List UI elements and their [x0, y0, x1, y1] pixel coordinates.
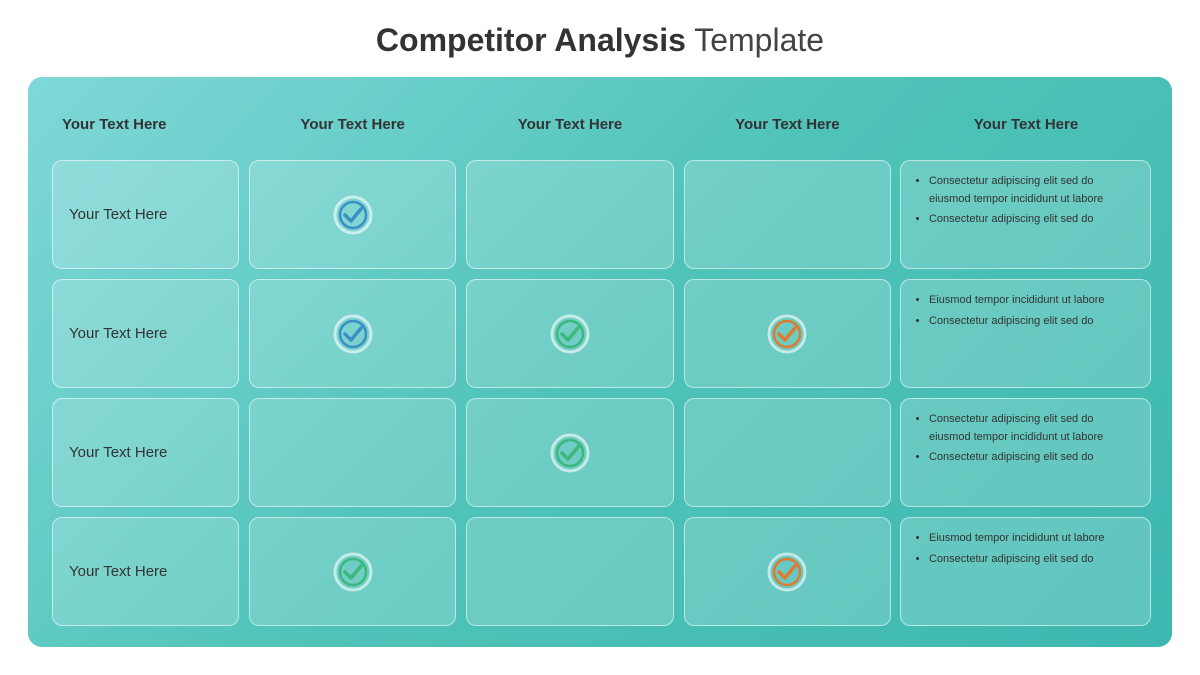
row-1-check3-box: [684, 160, 891, 269]
row-3-check2-cell: [461, 393, 678, 512]
row-2-label-cell: Your Text Here: [44, 274, 244, 393]
check-icon-orange1: [765, 312, 809, 356]
check-icon-orange2: [765, 550, 809, 594]
row-2-label: Your Text Here: [52, 279, 239, 388]
row-1-label-cell: Your Text Here: [44, 155, 244, 274]
row-3-notes: Consectetur adipiscing elit sed do eiusm…: [900, 398, 1151, 507]
check-icon-blue: [331, 193, 375, 237]
row-2-check2-cell: [461, 274, 678, 393]
check-icon-green1: [548, 312, 592, 356]
check-icon-green3: [331, 550, 375, 594]
row-4-check3-cell: [679, 512, 896, 631]
col-header-feature: Your Text Here: [44, 93, 244, 155]
col-header-notes: Your Text Here: [896, 93, 1156, 155]
row-4-label-cell: Your Text Here: [44, 512, 244, 631]
table-container: Your Text Here Your Text Here Your Text …: [28, 77, 1172, 647]
row-4-notes-cell: Eiusmod tempor incididunt ut labore Cons…: [896, 512, 1156, 631]
row-3-check2-box: [466, 398, 673, 507]
row-4-check2-box: [466, 517, 673, 626]
row-4-check2-cell: [461, 512, 678, 631]
row-3-notes-cell: Consectetur adipiscing elit sed do eiusm…: [896, 393, 1156, 512]
row-2-check3-box: [684, 279, 891, 388]
row-3-check3-box: [684, 398, 891, 507]
row-3-label-cell: Your Text Here: [44, 393, 244, 512]
comparison-table: Your Text Here Your Text Here Your Text …: [44, 93, 1156, 631]
row-4-check1-cell: [244, 512, 461, 631]
row-2-check1-cell: [244, 274, 461, 393]
col-header-comp1: Your Text Here: [244, 93, 461, 155]
check-icon-blue2: [331, 312, 375, 356]
row-1-notes: Consectetur adipiscing elit sed do eiusm…: [900, 160, 1151, 269]
row-1-check1-box: [249, 160, 456, 269]
row-1-check1-cell: [244, 155, 461, 274]
row-4-check1-box: [249, 517, 456, 626]
row-1-label: Your Text Here: [52, 160, 239, 269]
row-3-check1-box: [249, 398, 456, 507]
row-2-notes: Eiusmod tempor incididunt ut labore Cons…: [900, 279, 1151, 388]
row-4-label: Your Text Here: [52, 517, 239, 626]
row-2-check1-box: [249, 279, 456, 388]
row-3-check3-cell: [679, 393, 896, 512]
row-1-check2-box: [466, 160, 673, 269]
row-1-check2-cell: [461, 155, 678, 274]
col-header-comp3: Your Text Here: [679, 93, 896, 155]
row-3-label: Your Text Here: [52, 398, 239, 507]
row-4-notes: Eiusmod tempor incididunt ut labore Cons…: [900, 517, 1151, 626]
row-2-notes-cell: Eiusmod tempor incididunt ut labore Cons…: [896, 274, 1156, 393]
page-title: Competitor Analysis Template: [0, 0, 1200, 77]
row-2-check2-box: [466, 279, 673, 388]
row-1-notes-cell: Consectetur adipiscing elit sed do eiusm…: [896, 155, 1156, 274]
check-icon-green2: [548, 431, 592, 475]
row-1-check3-cell: [679, 155, 896, 274]
row-2-check3-cell: [679, 274, 896, 393]
col-header-comp2: Your Text Here: [461, 93, 678, 155]
row-3-check1-cell: [244, 393, 461, 512]
row-4-check3-box: [684, 517, 891, 626]
